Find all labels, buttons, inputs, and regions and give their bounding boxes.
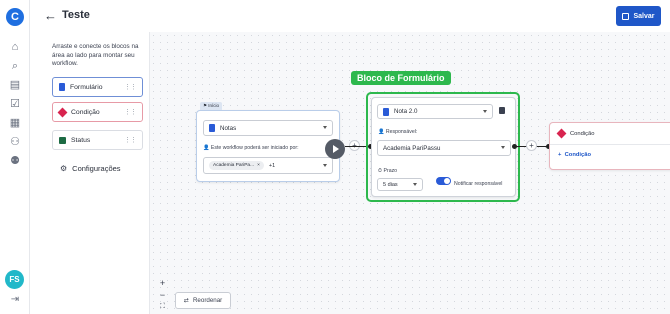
condition-node[interactable]: Condição + Condição <box>549 122 670 170</box>
avatar[interactable]: FS <box>5 270 24 289</box>
add-condition-button[interactable]: + Condição <box>558 152 591 158</box>
settings-link[interactable]: ⚙ Configurações <box>60 164 121 173</box>
divider <box>550 144 670 145</box>
reorder-button[interactable]: ⇄ Reordenar <box>175 292 231 309</box>
zoom-in-button[interactable]: + <box>157 278 168 289</box>
block-formulario[interactable]: Formulário ⋮⋮ <box>52 77 143 97</box>
form-block-icon <box>59 83 65 91</box>
nav-rail: C ⌂ ⌕ ▤ ☑ ▦ ⚇ ⚉ FS ⇥ <box>0 0 30 314</box>
chevron-down-icon <box>483 109 487 113</box>
gear-icon: ⚙ <box>60 164 68 173</box>
deadline-select[interactable]: 5 dias <box>377 178 423 191</box>
back-arrow-icon[interactable]: ← <box>44 8 57 23</box>
block-status[interactable]: Status ⋮⋮ <box>52 130 143 150</box>
notify-toggle[interactable] <box>436 177 451 185</box>
start-form-select[interactable]: Notas <box>203 120 333 136</box>
condition-block-icon <box>57 107 68 117</box>
chevron-down-icon <box>323 163 327 167</box>
play-icon[interactable] <box>325 139 345 159</box>
blocks-panel: Arraste e conecte os blocos na área ao l… <box>30 32 150 314</box>
condition-icon <box>556 128 567 139</box>
chart-icon[interactable]: ▦ <box>8 116 22 130</box>
form-icon <box>209 124 215 132</box>
responsible-select[interactable]: Academia PariPassu <box>377 140 511 156</box>
zoom-out-button[interactable]: − <box>157 290 168 301</box>
top-bar: ← Teste Salvar <box>30 0 670 32</box>
save-icon <box>622 12 630 20</box>
checklist-icon[interactable]: ☑ <box>8 97 22 111</box>
start-node[interactable]: ⚑ Início Notas 👤 Este workflow poderá se… <box>196 102 340 182</box>
add-node-button[interactable]: + <box>526 140 537 151</box>
logout-icon[interactable]: ⇥ <box>8 294 22 306</box>
deadline-label: ⏱ Prazo <box>378 168 398 174</box>
highlight-label: Bloco de Formulário <box>351 71 451 85</box>
block-label: Condição <box>71 108 100 116</box>
save-label: Salvar <box>633 12 655 20</box>
trash-icon[interactable] <box>499 107 505 114</box>
chevron-down-icon <box>413 182 417 186</box>
responsible-label: 👤 Responsável: <box>378 129 418 135</box>
settings-label: Configurações <box>72 164 121 173</box>
drag-handle-icon[interactable]: ⋮⋮ <box>124 108 137 116</box>
start-permission-label: 👤 Este workflow poderá ser iniciado por: <box>203 145 299 151</box>
org-icon[interactable]: ⚇ <box>8 135 22 149</box>
document-icon[interactable]: ▤ <box>8 78 22 92</box>
start-tag: ⚑ Início <box>200 102 223 110</box>
block-label: Formulário <box>70 83 103 91</box>
fit-view-icon[interactable]: ⛶ <box>157 301 168 312</box>
page-title: Teste <box>62 9 90 21</box>
status-block-icon <box>59 136 66 144</box>
notify-label: Notificar responsável <box>454 181 503 187</box>
search-doc-icon[interactable]: ⌕ <box>8 59 22 73</box>
home-icon[interactable]: ⌂ <box>8 40 22 54</box>
starter-chip[interactable]: Academia PariPa... × <box>209 161 264 170</box>
chevron-down-icon <box>323 126 327 129</box>
users-icon[interactable]: ⚉ <box>8 154 22 168</box>
form-node-select[interactable]: Nota 2.0 <box>377 104 493 119</box>
panel-hint: Arraste e conecte os blocos na área ao l… <box>52 43 139 67</box>
starter-more: +1 <box>268 162 276 169</box>
form-icon <box>383 107 389 116</box>
block-label: Status <box>71 136 91 144</box>
condition-title: Condição <box>556 128 595 139</box>
drag-handle-icon[interactable]: ⋮⋮ <box>124 83 137 91</box>
close-icon[interactable]: × <box>257 163 260 168</box>
drag-handle-icon[interactable]: ⋮⋮ <box>124 136 137 144</box>
chevron-down-icon <box>501 146 505 149</box>
block-condicao[interactable]: Condição ⋮⋮ <box>52 102 143 122</box>
starter-select[interactable]: Academia PariPa... × +1 <box>203 157 333 174</box>
app-logo-icon[interactable]: C <box>6 8 24 26</box>
save-button[interactable]: Salvar <box>616 6 661 26</box>
reorder-icon: ⇄ <box>183 297 189 304</box>
